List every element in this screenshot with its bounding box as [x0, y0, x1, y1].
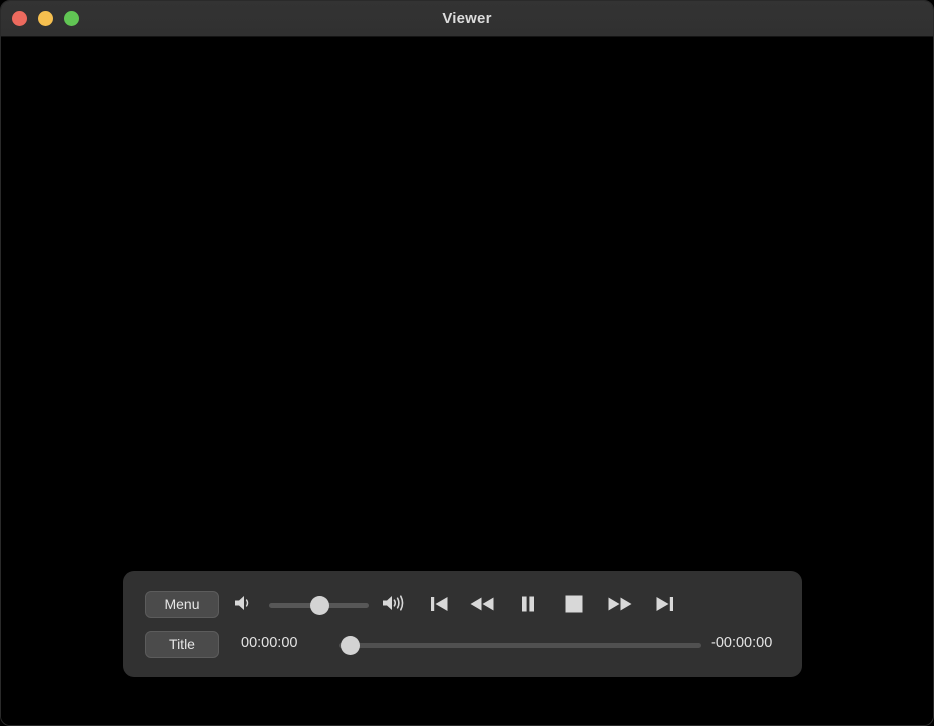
control-bar-bottom-row: Title 00:00:00 -00:00:00	[123, 625, 802, 665]
remaining-time-label: -00:00:00	[711, 635, 773, 651]
next-chapter-button[interactable]	[650, 590, 678, 618]
menu-button[interactable]: Menu	[145, 591, 219, 618]
playback-progress-knob[interactable]	[341, 636, 360, 655]
previous-chapter-button[interactable]	[426, 590, 454, 618]
fast-forward-button[interactable]	[606, 590, 634, 618]
title-button[interactable]: Title	[145, 631, 219, 658]
volume-slider-knob[interactable]	[310, 596, 329, 615]
stop-button[interactable]	[560, 590, 588, 618]
pause-button[interactable]	[514, 590, 542, 618]
control-bar-top-row: Menu	[123, 585, 802, 625]
playback-control-bar: Menu Title 00:00:00 -00:00:00	[123, 571, 802, 677]
window-titlebar: Viewer	[1, 1, 933, 37]
elapsed-time-label: 00:00:00	[241, 635, 298, 651]
speaker-high-icon	[381, 593, 409, 618]
video-playback-surface[interactable]: Menu Title 00:00:00 -00:00:00	[1, 37, 933, 725]
minimize-window-button[interactable]	[38, 11, 53, 26]
window-title: Viewer	[442, 10, 492, 27]
rewind-button[interactable]	[468, 590, 496, 618]
viewer-window: Viewer Menu Title 00:00:00 -00:00:00	[0, 0, 934, 726]
playback-progress-slider[interactable]	[339, 636, 701, 655]
volume-slider[interactable]	[269, 596, 369, 615]
maximize-window-button[interactable]	[64, 11, 79, 26]
playback-progress-track[interactable]	[339, 643, 701, 648]
speaker-low-icon	[233, 593, 255, 618]
traffic-light-group	[12, 11, 79, 26]
close-window-button[interactable]	[12, 11, 27, 26]
